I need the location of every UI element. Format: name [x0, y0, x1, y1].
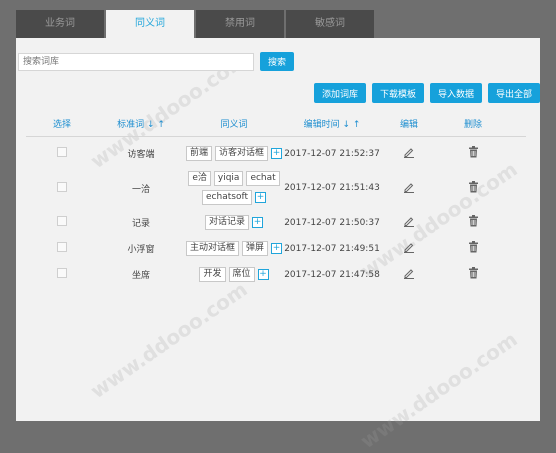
- header-edit: 编辑: [399, 119, 418, 130]
- synonym-tag[interactable]: 对话记录: [204, 215, 249, 230]
- trash-icon[interactable]: [468, 241, 479, 253]
- synonym-list: 前端 访客对话框 +: [184, 146, 284, 161]
- import-data-button[interactable]: 导入数据: [429, 83, 482, 103]
- synonym-list: 开发 席位 +: [184, 267, 284, 282]
- add-library-button[interactable]: 添加词库: [313, 83, 366, 103]
- table-header: 选择 标准词 ↓ ↑ 同义词 编辑时间 ↓ ↑ 编辑 删除: [26, 112, 526, 134]
- header-edit-time[interactable]: 编辑时间 ↓ ↑: [284, 117, 380, 130]
- synonym-table: 选择 标准词 ↓ ↑ 同义词 编辑时间 ↓ ↑ 编辑 删除: [26, 112, 526, 134]
- edit-time: 2017-12-07 21:51:43: [284, 183, 380, 193]
- standard-word: 记录: [131, 219, 150, 229]
- plus-box-icon[interactable]: +: [257, 269, 269, 280]
- table-row: 坐席 开发 席位 + 2017-12-07 21:47:58: [26, 267, 526, 282]
- pencil-icon[interactable]: [403, 267, 415, 279]
- row-checkbox[interactable]: [57, 147, 67, 157]
- pencil-icon[interactable]: [403, 215, 415, 227]
- table-row: 访客端 前端 访客对话框 + 2017-12-07 21:52:37: [26, 146, 526, 161]
- plus-box-icon[interactable]: +: [254, 192, 266, 203]
- pencil-icon[interactable]: [403, 241, 415, 253]
- synonym-panel: www.ddooo.com www.ddooo.com www.ddooo.co…: [16, 38, 540, 453]
- tab-business-words[interactable]: 业务词: [16, 10, 104, 38]
- trash-icon[interactable]: [468, 146, 479, 158]
- standard-word: 小浮窗: [127, 245, 155, 255]
- header-standard-word[interactable]: 标准词 ↓ ↑: [98, 117, 184, 130]
- tab-banned-words[interactable]: 禁用词: [196, 10, 284, 38]
- download-template-button[interactable]: 下载模板: [371, 83, 424, 103]
- synonym-tag[interactable]: 访客对话框: [215, 146, 269, 161]
- synonym-tag[interactable]: yiqia: [213, 171, 244, 186]
- plus-box-icon[interactable]: +: [271, 243, 283, 254]
- trash-icon[interactable]: [468, 180, 479, 193]
- edit-time: 2017-12-07 21:47:58: [284, 269, 380, 280]
- synonym-tag[interactable]: 主动对话框: [185, 241, 239, 256]
- edit-time: 2017-12-07 21:50:37: [284, 217, 380, 228]
- synonym-list: e洽 yiqia echat echatsoft +: [184, 171, 284, 205]
- header-synonyms: 同义词: [220, 119, 248, 130]
- standard-word: 坐席: [131, 271, 150, 281]
- tab-bar: 业务词 同义词 禁用词 敏感词: [16, 10, 376, 38]
- trash-icon[interactable]: [468, 267, 479, 279]
- synonym-list: 主动对话框 弹屏 +: [184, 241, 284, 256]
- action-toolbar: 添加词库 下载模板 导入数据 导出全部: [313, 83, 540, 103]
- plus-box-icon[interactable]: +: [271, 148, 283, 159]
- header-delete: 删除: [463, 119, 482, 130]
- trash-icon[interactable]: [468, 215, 479, 227]
- search-button[interactable]: 搜索: [260, 52, 294, 71]
- plus-box-icon[interactable]: +: [252, 217, 263, 228]
- table-row: 一洽 e洽 yiqia echat echatsoft + 2017-12-07…: [26, 171, 526, 205]
- synonym-list: 对话记录 +: [184, 215, 284, 230]
- tab-sensitive-words[interactable]: 敏感词: [286, 10, 374, 38]
- standard-word: 一洽: [131, 184, 150, 195]
- synonym-tag[interactable]: 席位: [228, 267, 255, 282]
- synonym-tag[interactable]: e洽: [188, 171, 211, 186]
- tab-synonyms[interactable]: 同义词: [106, 10, 194, 38]
- synonym-tag[interactable]: 前端: [185, 146, 212, 161]
- search-input[interactable]: [18, 52, 254, 71]
- search-bar: 搜索: [18, 52, 294, 71]
- synonym-tag[interactable]: 开发: [199, 267, 226, 282]
- row-checkbox[interactable]: [57, 268, 67, 278]
- export-all-button[interactable]: 导出全部: [487, 83, 540, 103]
- synonym-tag[interactable]: 弹屏: [242, 241, 269, 256]
- header-select: 选择: [52, 119, 71, 130]
- edit-time: 2017-12-07 21:49:51: [284, 243, 380, 254]
- standard-word: 访客端: [127, 150, 155, 160]
- pencil-icon[interactable]: [403, 146, 415, 158]
- row-checkbox[interactable]: [57, 181, 67, 192]
- row-checkbox[interactable]: [57, 242, 67, 252]
- synonym-tag[interactable]: echat: [246, 171, 280, 186]
- table-row: 小浮窗 主动对话框 弹屏 + 2017-12-07 21:49:51: [26, 241, 526, 256]
- pencil-icon[interactable]: [403, 181, 415, 193]
- header-divider: [26, 136, 526, 137]
- row-checkbox[interactable]: [57, 216, 67, 226]
- edit-time: 2017-12-07 21:52:37: [284, 148, 380, 159]
- table-row: 记录 对话记录 + 2017-12-07 21:50:37: [26, 215, 526, 230]
- synonym-tag[interactable]: echatsoft: [202, 190, 252, 205]
